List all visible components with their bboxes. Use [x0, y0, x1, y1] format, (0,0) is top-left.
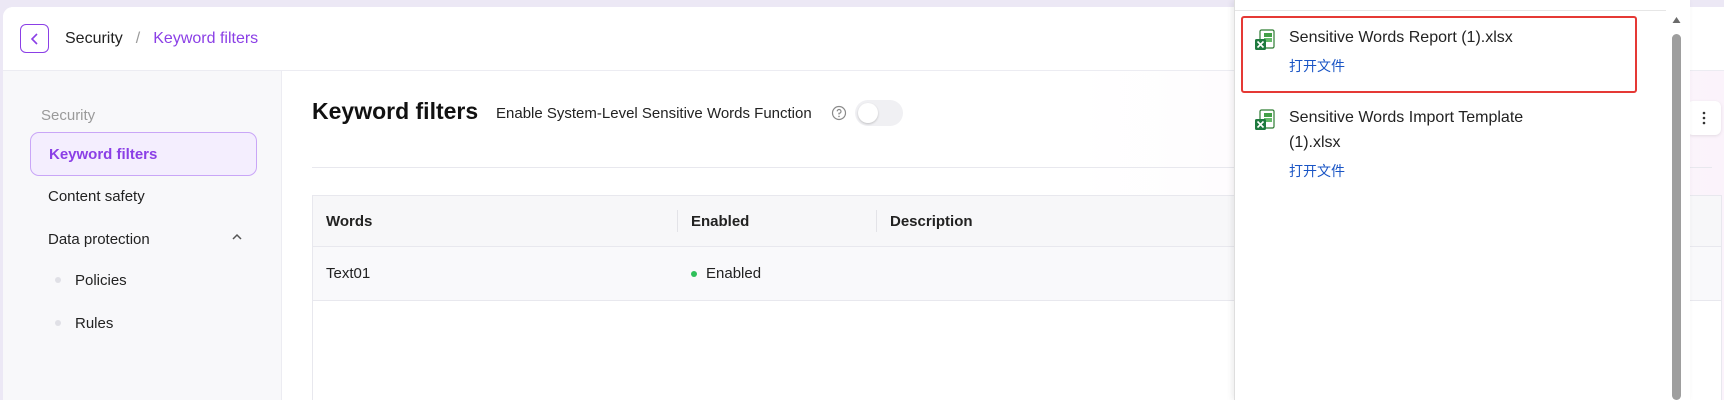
download-item-template[interactable]: Sensitive Words Import Template (1).xlsx…	[1253, 96, 1653, 186]
bullet-dot	[55, 277, 61, 283]
cell-enabled: Enabled	[691, 265, 761, 282]
breadcrumb-current: Keyword filters	[153, 29, 259, 47]
help-circle-icon[interactable]	[831, 105, 847, 121]
open-file-link[interactable]: 打开文件	[1289, 161, 1345, 181]
breadcrumb-separator: /	[135, 29, 141, 47]
open-file-link[interactable]: 打开文件	[1289, 56, 1345, 76]
chevron-up-icon[interactable]	[231, 231, 243, 243]
page-title: Keyword filters	[312, 98, 479, 124]
enable-sensitive-words-label: Enable System-Level Sensitive Words Func…	[496, 105, 812, 122]
more-options-button[interactable]	[1687, 101, 1721, 135]
status-text: Enabled	[706, 265, 762, 282]
scroll-up-arrow-icon[interactable]	[1672, 16, 1681, 24]
sidebar-item-content-safety[interactable]: Content safety	[30, 174, 257, 218]
excel-file-icon	[1255, 29, 1275, 50]
downloads-panel: Sensitive Words Report (1).xlsx 打开文件 Sen…	[1234, 0, 1690, 400]
downloads-top-divider	[1235, 10, 1666, 11]
excel-file-icon	[1255, 109, 1275, 130]
column-header-words: Words	[326, 213, 373, 230]
cell-words: Text01	[326, 265, 371, 282]
sidebar-item-data-protection[interactable]: Data protection	[30, 217, 257, 261]
bullet-dot	[55, 320, 61, 326]
sidebar-item-label: Data protection	[48, 230, 150, 248]
sidebar-item-label: Content safety	[48, 187, 145, 205]
sidebar-subitem-policies[interactable]: Policies	[55, 268, 127, 292]
downloads-scrollbar-thumb[interactable]	[1672, 34, 1681, 400]
sidebar-subitem-label: Rules	[75, 314, 114, 332]
column-separator	[677, 210, 678, 232]
sidebar-subitem-rules[interactable]: Rules	[55, 311, 113, 335]
back-button[interactable]	[20, 24, 49, 53]
more-vertical-icon	[1702, 111, 1706, 125]
column-header-enabled: Enabled	[691, 213, 750, 230]
sidebar-item-keyword-filters[interactable]: Keyword filters	[30, 132, 257, 176]
sidebar-item-label: Keyword filters	[49, 145, 158, 163]
sidebar: Security Keyword filters Content safety …	[3, 71, 282, 400]
column-header-description: Description	[890, 213, 973, 230]
download-file-name: Sensitive Words Import Template (1).xlsx	[1289, 109, 1524, 151]
column-separator	[876, 210, 877, 232]
status-dot	[691, 271, 697, 278]
enable-sensitive-words-toggle[interactable]	[855, 100, 903, 126]
download-item-report[interactable]: Sensitive Words Report (1).xlsx 打开文件	[1253, 16, 1653, 78]
download-file-name: Sensitive Words Report (1).xlsx	[1289, 29, 1513, 46]
breadcrumb-security[interactable]: Security	[65, 30, 123, 48]
sidebar-section-label: Security	[41, 107, 96, 124]
sidebar-subitem-label: Policies	[75, 271, 127, 289]
back-arrow-icon	[30, 32, 38, 45]
toggle-knob	[858, 103, 878, 123]
